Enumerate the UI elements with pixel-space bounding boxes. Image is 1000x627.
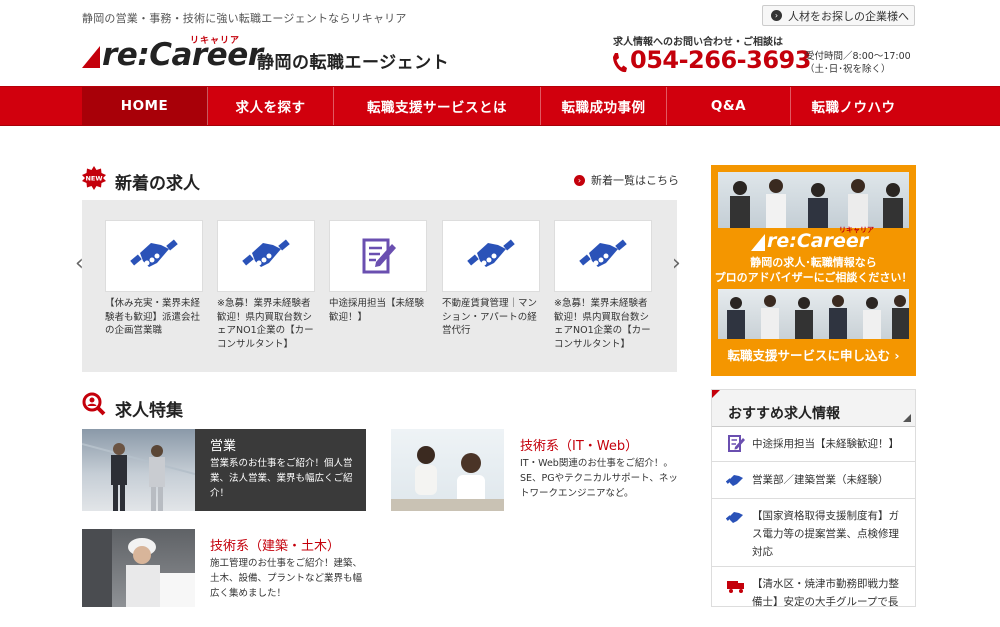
carousel-prev-arrow-icon[interactable]: ‹ [75,253,84,275]
recommended-item[interactable]: 【清水区・焼津市勤務即戦力整備士】安定の大手グループで長 [712,567,915,627]
handshake-icon [130,239,178,267]
job-card-image [217,220,315,292]
header-tagline: 静岡の営業・事務・技術に強い転職エージェントならリキャリア [82,12,407,25]
recommended-jobs-panel: おすすめ求人情報 中途採用担当【未経験歓迎！】 営業部／建築営業（未経験） 【国… [711,389,916,608]
more-link-label: 新着一覧はこちら [591,174,679,187]
document-pen-icon [362,238,396,274]
hours-line-1: 受付時間／8:00〜17:00 [805,51,911,62]
handshake-icon [242,239,290,267]
search-person-icon [82,392,106,416]
global-nav: HOME 求人を探す 転職支援サービスとは 転職成功事例 Q&A 転職ノウハウ [0,86,1000,126]
carousel-next-arrow-icon[interactable]: › [672,253,681,275]
consultation-ad-banner[interactable]: re:Career リキャリア 静岡の求人･転職情報なら プロのアドバイザーにご… [711,165,916,376]
handshake-icon [579,239,627,267]
job-card-text: 【休み充実・業界未経験者も歓迎】派遣会社の企画営業職 [105,298,201,336]
handshake-icon [726,512,743,523]
logo-mark-icon [751,234,765,251]
feature-title-it[interactable]: 技術系（IT・Web） [520,435,638,454]
job-card[interactable]: 中途採用担当【未経験歓迎！】 [329,220,427,324]
sales-photo[interactable] [82,429,195,511]
phone-number[interactable]: 054-266-3693 [630,46,811,74]
recommended-item-text: 営業部／建築営業（未経験） [752,474,889,486]
recommended-item-text: 中途採用担当【未経験歓迎！】 [752,438,899,450]
business-hours: 受付時間／8:00〜17:00 （土･日･祝を除く） [805,50,911,76]
hours-line-2: （土･日･祝を除く） [805,64,891,75]
chevron-right-icon: › [574,174,585,186]
ad-line-2: プロのアドバイザーにご相談ください！ [714,271,913,284]
it-photo[interactable] [391,429,504,511]
corporate-link-label: 人材をお探しの企業様へ [788,9,909,23]
handshake-icon [726,475,743,486]
construction-photo[interactable] [82,529,195,607]
job-card-text: 中途採用担当【未経験歓迎！】 [329,298,425,323]
feature-title-sales[interactable]: 営業 [210,435,236,454]
feature-desc-sales: 営業系のお仕事をご紹介！個人営業、法人営業、業界も幅広くご紹介！ [210,458,353,499]
job-card[interactable]: ※急募！業界未経験者歓迎！県内買取台数シェアNO1企業の【カーコンサルタント】 [217,220,315,351]
nav-item-home[interactable]: HOME [82,87,208,125]
ad-cta-label: 転職支援サービスに申し込む [727,348,890,363]
features-title: 求人特集 [115,401,183,421]
new-badge-text: NEW [85,175,102,183]
job-card-text: ※急募！業界未経験者歓迎！県内買取台数シェアNO1企業の【カーコンサルタント】 [217,298,314,350]
ad-line-1: 静岡の求人･転職情報なら [750,256,877,269]
corner-mark-icon [712,390,720,398]
job-card-text: ※急募！業界未経験者歓迎！県内買取台数シェアNO1企業の【カーコンサルタント】 [554,298,651,350]
new-jobs-title: 新着の求人 [115,174,200,194]
job-card[interactable]: ※急募！業界未経験者歓迎！県内買取台数シェアNO1企業の【カーコンサルタント】 [554,220,652,351]
logo-ruby: リキャリア [190,36,241,46]
job-card-image [105,220,203,292]
nav-item-service[interactable]: 転職支援サービスとは [334,87,541,125]
logo-mark-icon [82,46,100,68]
document-pen-icon [728,435,745,452]
office-workers-illustration [391,446,504,511]
job-card[interactable]: 【休み充実・業界未経験者も歓迎】派遣会社の企画営業職 [105,220,203,338]
businessmen-illustration [82,443,195,511]
job-card-image [329,220,427,292]
handshake-icon [467,239,515,267]
feature-title-construction[interactable]: 技術系（建築・土木） [210,535,340,554]
job-card[interactable]: 不動産賃貸管理｜マンション・アパートの経営代行 [442,220,540,338]
ad-logo: re:Career リキャリア [711,226,916,255]
ad-photo-bottom [718,289,909,339]
feature-desc-it: IT・Web関連のお仕事をご紹介！。SE、PGやテクニカルサポート、ネットワーク… [520,458,678,499]
nav-item-qa[interactable]: Q&A [667,87,791,125]
job-card-image [442,220,540,292]
site-header: 静岡の営業・事務・技術に強い転職エージェントならリキャリア › 人材をお探しの企… [0,0,1000,86]
new-badge-icon: NEW [82,166,106,190]
office-team-illustration [730,179,903,228]
recommended-item[interactable]: 【国家資格取得支援制度有】ガス電力等の提案営業、点検修理対応 [712,499,915,567]
feature-desc-construction: 施工管理のお仕事をご紹介！建築、土木、設備、プラントなど業界も幅広く集めました！ [210,558,363,599]
truck-icon [727,581,744,593]
corner-mark-icon [903,414,911,422]
corporate-link-button[interactable]: › 人材をお探しの企業様へ [762,5,915,26]
seminar-illustration [727,295,909,339]
logo-subtitle: 静岡の転職エージェント [257,53,450,73]
site-logo[interactable]: re:Career リキャリア 静岡の転職エージェント [82,36,462,74]
construction-worker-illustration [82,529,195,607]
ad-cta-button[interactable]: 転職支援サービスに申し込む › [711,345,916,364]
ad-logo-ruby: リキャリア [839,226,874,234]
recommended-item[interactable]: 中途採用担当【未経験歓迎！】 [712,427,915,462]
recommended-item-text: 【清水区・焼津市勤務即戦力整備士】安定の大手グループで長 [752,578,899,608]
recommended-item[interactable]: 営業部／建築営業（未経験） [712,462,915,499]
new-jobs-more-link[interactable]: › 新着一覧はこちら [574,172,679,188]
phone-icon [613,53,627,73]
job-card-text: 不動産賃貸管理｜マンション・アパートの経営代行 [442,298,538,336]
recommended-title: おすすめ求人情報 [728,406,840,422]
nav-item-search-jobs[interactable]: 求人を探す [208,87,334,125]
nav-item-knowhow[interactable]: 転職ノウハウ [791,87,916,125]
job-card-image [554,220,652,292]
recommended-header: おすすめ求人情報 [712,390,915,427]
ad-photo-top [718,172,909,228]
chevron-right-icon: › [771,10,782,21]
chevron-right-icon: › [894,348,900,363]
recommended-item-text: 【国家資格取得支援制度有】ガス電力等の提案営業、点検修理対応 [752,510,899,558]
nav-item-success-stories[interactable]: 転職成功事例 [541,87,667,125]
